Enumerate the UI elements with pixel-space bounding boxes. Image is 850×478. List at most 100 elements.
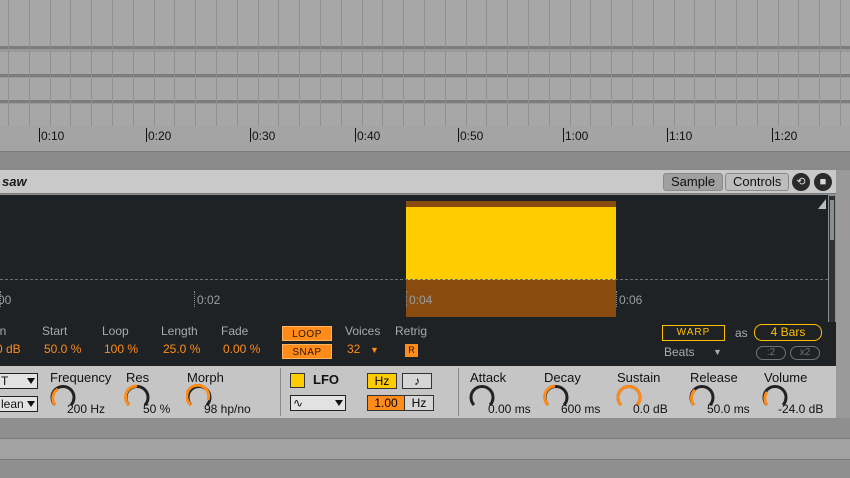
grid-line <box>320 0 321 126</box>
grid-line <box>736 0 737 126</box>
bottom-area <box>0 418 850 478</box>
res-label: Res <box>126 370 150 385</box>
arrangement-grid[interactable] <box>0 0 850 126</box>
res-value: 50 % <box>143 402 171 416</box>
warp-mode-dropdown-icon[interactable]: ▼ <box>713 347 722 357</box>
synth-panel: T lean Frequency 200 Hz Res 50 % Morph 9… <box>0 364 836 418</box>
lfo-toggle[interactable] <box>290 373 305 388</box>
track-lane[interactable] <box>0 78 850 100</box>
decay-label: Decay <box>544 370 581 385</box>
lfo-waveform-select[interactable]: ∿ <box>290 395 346 411</box>
grid-line <box>424 0 425 126</box>
grid-line <box>29 0 30 126</box>
grid-line <box>237 0 238 126</box>
waveform-tick-label: 0:02 <box>197 293 221 307</box>
grid-line <box>8 0 9 126</box>
bars-value[interactable]: 4 Bars <box>754 324 822 341</box>
fade-value[interactable]: 0.00 % <box>223 342 260 356</box>
lane-divider <box>0 74 850 77</box>
grid-line <box>632 0 633 126</box>
sampler-device: saw Sample Controls ⟲ ■ 00 0:02 0:04 0:0… <box>0 170 836 418</box>
ruler-tick-label: 0:10 <box>41 129 65 143</box>
panel-divider <box>0 152 850 170</box>
time-ruler[interactable]: 0:10 0:20 0:30 0:40 0:50 1:00 1:10 1:20 <box>0 126 850 152</box>
frequency-label: Frequency <box>50 370 112 385</box>
grid-line <box>798 0 799 126</box>
grid-line <box>778 0 779 126</box>
grid-line <box>445 0 446 126</box>
grid-line <box>590 0 591 126</box>
grid-line <box>133 0 134 126</box>
double-button[interactable]: x2 <box>790 346 820 360</box>
ruler-tick-label: 1:00 <box>565 129 589 143</box>
decay-value: 600 ms <box>561 402 601 416</box>
volume-label: Volume <box>764 370 808 385</box>
bottom-track-strip[interactable] <box>0 438 850 460</box>
start-label: Start <box>42 324 68 338</box>
grid-line <box>570 0 571 126</box>
chevron-down-icon <box>27 401 35 407</box>
grid-line <box>174 0 175 126</box>
grid-line <box>70 0 71 126</box>
grid-line <box>549 0 550 126</box>
hot-swap-icon[interactable]: ⟲ <box>792 173 810 191</box>
grid-line <box>611 0 612 126</box>
chevron-down-icon <box>335 400 343 406</box>
loop-value[interactable]: 100 % <box>104 342 138 356</box>
grid-line <box>653 0 654 126</box>
grid-line <box>112 0 113 126</box>
volume-value: -24.0 dB <box>778 402 824 416</box>
gain-value[interactable]: 0 dB <box>0 342 21 356</box>
waveform-zero-line <box>0 279 828 280</box>
retrig-button[interactable]: R <box>405 344 418 357</box>
section-divider <box>280 368 281 416</box>
morph-value: 98 hp/no <box>204 402 251 416</box>
ruler-tick-label: 0:40 <box>357 129 381 143</box>
tab-sample[interactable]: Sample <box>663 173 724 191</box>
voices-value[interactable]: 32 <box>347 342 360 356</box>
track-lane[interactable] <box>0 0 850 46</box>
grid-line <box>528 0 529 126</box>
chevron-down-icon <box>27 378 35 384</box>
waveform-display[interactable]: 00 0:02 0:04 0:06 <box>0 195 828 322</box>
tab-controls[interactable]: Controls <box>725 173 790 191</box>
grid-line <box>840 0 841 126</box>
release-value: 50.0 ms <box>707 402 750 416</box>
release-label: Release <box>690 370 738 385</box>
lfo-sync-button[interactable]: ♪ <box>402 373 432 389</box>
device-title: saw <box>2 174 27 189</box>
waveform-tick-label: 0:06 <box>619 293 643 307</box>
device-header[interactable]: saw Sample Controls ⟲ ■ <box>0 170 836 194</box>
waveform-scrollbar[interactable] <box>829 196 835 322</box>
save-icon[interactable]: ■ <box>814 173 832 191</box>
ruler-tick-label: 1:10 <box>669 129 693 143</box>
sample-end-marker[interactable] <box>818 199 826 209</box>
track-lane[interactable] <box>0 52 850 74</box>
ruler-tick-label: 0:20 <box>148 129 172 143</box>
warp-button[interactable]: WARP <box>662 325 725 341</box>
grid-line <box>403 0 404 126</box>
start-value[interactable]: 50.0 % <box>44 342 81 356</box>
track-lane[interactable] <box>0 104 850 126</box>
filter-circuit-select[interactable]: lean <box>0 396 38 412</box>
filter-type-select[interactable]: T <box>0 373 38 389</box>
loop-region-highlight <box>406 207 616 280</box>
fade-label: Fade <box>221 324 249 338</box>
snap-button[interactable]: SNAP <box>282 344 332 359</box>
filter-circuit-value: lean <box>1 397 24 411</box>
length-value[interactable]: 25.0 % <box>163 342 200 356</box>
halve-button[interactable]: :2 <box>756 346 786 360</box>
grid-line <box>91 0 92 126</box>
voices-dropdown-icon[interactable]: ▼ <box>370 345 379 355</box>
as-label: as <box>735 326 748 340</box>
lfo-rate-value[interactable]: 1.00 <box>367 395 405 411</box>
retrig-label: Retrig <box>395 324 428 338</box>
warp-mode-select[interactable]: Beats <box>664 345 695 359</box>
grid-line <box>715 0 716 126</box>
waveform-tick-label: 0:04 <box>409 293 433 307</box>
scrollbar-thumb[interactable] <box>830 200 834 240</box>
section-divider <box>458 368 459 416</box>
lfo-hz-button[interactable]: Hz <box>367 373 397 389</box>
loop-button[interactable]: LOOP <box>282 326 332 341</box>
attack-value: 0.00 ms <box>488 402 531 416</box>
